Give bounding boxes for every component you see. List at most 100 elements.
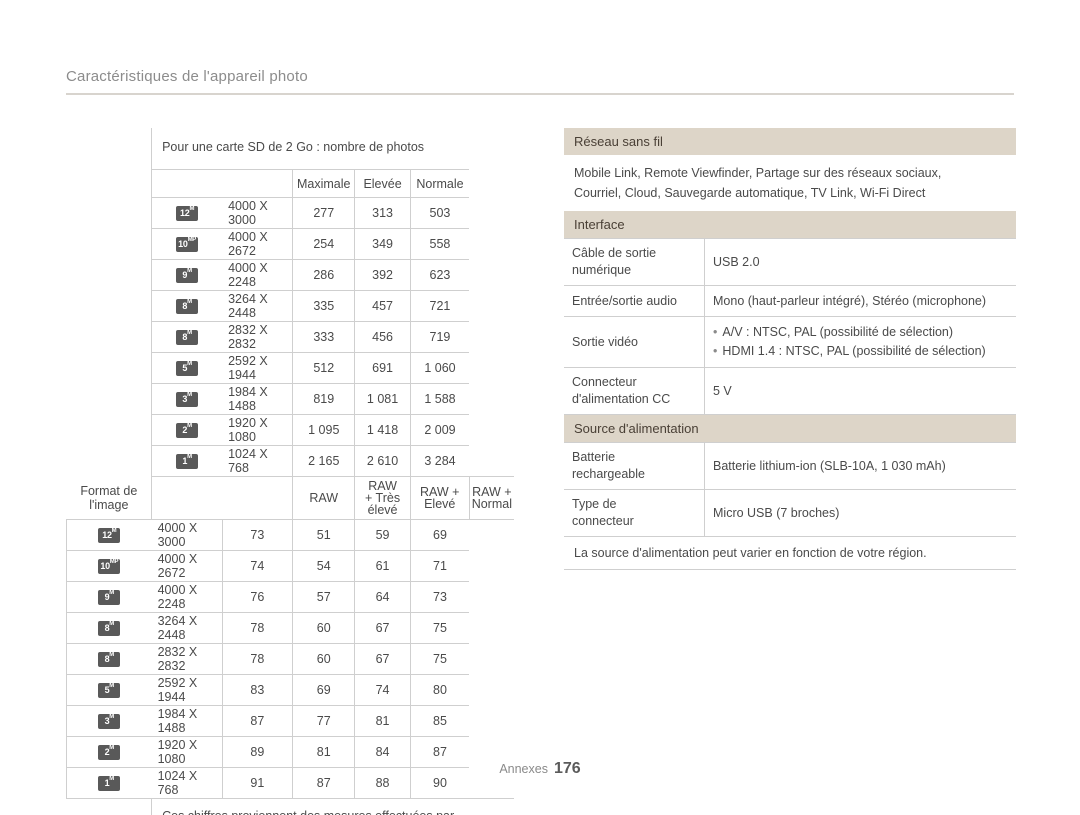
interface-label: Entrée/sortie audio	[564, 285, 705, 317]
resolution-badge: 5M	[98, 683, 121, 698]
raw-value: 61	[354, 550, 411, 582]
raw-header-row: Format de l'image RAW RAW + Très élevé RAW…	[67, 476, 514, 520]
resolution-badge: 8M	[176, 330, 199, 345]
jpeg-badge-cell: 8M	[151, 290, 223, 322]
interface-bullet: • HDMI 1.4 : NTSC, PAL (possibilité de sé…	[713, 344, 986, 358]
raw-value: 73	[409, 581, 470, 613]
jpeg-resolution: 3264 X 2448	[222, 290, 293, 322]
raw-badge-cell: 8M	[65, 643, 152, 675]
jpeg-value: 623	[409, 259, 470, 291]
left-column: Pour une carte SD de 2 Go : nombre de ph…	[65, 128, 515, 815]
col-header-raw-eleve: RAW + Elevé	[409, 476, 470, 520]
jpeg-value: 721	[409, 290, 470, 322]
section-header-interface: Interface	[564, 211, 1016, 239]
raw-value: 57	[292, 581, 355, 613]
jpeg-resolution: 1984 X 1488	[222, 383, 293, 415]
power-row: Batterie rechargeable Batterie lithium-ion…	[564, 442, 1016, 490]
jpeg-value: 333	[292, 321, 355, 353]
jpeg-value: 1 095	[292, 414, 355, 446]
jpeg-resolution: 4000 X 2248	[222, 259, 293, 291]
power-rows: Batterie rechargeable Batterie lithium-ion…	[564, 442, 1016, 537]
page-footer: Annexes 176	[0, 760, 1080, 778]
interface-bullet: • A/V : NTSC, PAL (possibilité de sélecti…	[713, 325, 954, 339]
right-column: Réseau sans fil Mobile Link, Remote View…	[564, 128, 1016, 570]
resolution-badge: 2M	[176, 423, 199, 438]
interface-value: • A/V : NTSC, PAL (possibilité de sélecti…	[704, 316, 1016, 368]
raw-value: 83	[221, 674, 293, 706]
caption-row: Pour une carte SD de 2 Go : nombre de ph…	[67, 128, 515, 170]
row-label-image-format: Format de l'image	[80, 483, 138, 512]
page-title: Caractéristiques de l'appareil photo	[66, 68, 308, 85]
jpeg-value: 457	[354, 290, 411, 322]
col-header-elevee: Elevée	[354, 169, 411, 198]
jpeg-row: 5M 2592 X 1944 512 691 1 060	[67, 352, 515, 384]
jpeg-value: 558	[409, 228, 470, 260]
raw-row: 12M 4000 X 3000 73 51 59 69	[65, 519, 515, 551]
resolution-badge: 3M	[176, 392, 199, 407]
resolution-badge: 2M	[98, 745, 121, 760]
jpeg-badge-cell: 9M	[151, 259, 223, 291]
jpeg-badge-cell: 12M	[151, 197, 223, 229]
raw-resolution: 4000 X 2248	[151, 581, 223, 613]
jpeg-value: 349	[354, 228, 411, 260]
raw-value: 59	[354, 519, 411, 551]
interface-value: 5 V	[704, 367, 1016, 415]
jpeg-value: 2 009	[409, 414, 470, 446]
raw-resolution: 3264 X 2448	[151, 612, 223, 644]
interface-row: Entrée/sortie audio Mono (haut-parleur in…	[564, 285, 1016, 317]
jpeg-value: 3 284	[409, 445, 470, 477]
raw-value: 87	[221, 705, 293, 737]
power-note: La source d'alimentation peut varier en …	[564, 536, 1016, 570]
jpeg-value: 456	[354, 321, 411, 353]
jpeg-row: 10MP 4000 X 2672 254 349 558	[67, 228, 515, 260]
resolution-badge: 10MP	[176, 237, 199, 252]
quality-header-row: Maximale Elevée Normale	[67, 169, 515, 198]
wireless-line-2: Courriel, Cloud, Sauvegarde automatique,…	[574, 186, 926, 200]
page-header: Caractéristiques de l'appareil photo	[66, 68, 1014, 95]
power-row: Type de connecteur Micro USB (7 broches)	[564, 489, 1016, 537]
page: Caractéristiques de l'appareil photo Pou…	[0, 0, 1080, 815]
interface-row: Sortie vidéo • A/V : NTSC, PAL (possibilit…	[564, 316, 1016, 368]
raw-row: 5M 2592 X 1944 83 69 74 80	[65, 674, 515, 706]
jpeg-row: 9M 4000 X 2248 286 392 623	[67, 259, 515, 291]
jpeg-row: 8M 2832 X 2832 333 456 719	[67, 321, 515, 353]
jpeg-value: 512	[292, 352, 355, 384]
interface-rows: Câble de sortie numérique USB 2.0 Entrée/so…	[564, 238, 1016, 415]
raw-resolution: 1984 X 1488	[151, 705, 223, 737]
jpeg-value: 313	[354, 197, 411, 229]
raw-value: 67	[354, 612, 411, 644]
raw-value: 69	[292, 674, 355, 706]
section-header-power: Source d'alimentation	[564, 414, 1016, 443]
resolution-badge: 1M	[176, 454, 199, 469]
raw-value: 51	[292, 519, 355, 551]
col-header-raw-tres-eleve: RAW + Très élevé	[354, 476, 411, 520]
resolution-badge: 12M	[176, 206, 199, 221]
resolution-badge: 12M	[98, 528, 121, 543]
wireless-services: Mobile Link, Remote Viewfinder, Partage …	[564, 155, 1016, 211]
interface-value: USB 2.0	[704, 238, 1016, 286]
section-title-interface: Interface	[564, 211, 1016, 239]
raw-value: 80	[409, 674, 470, 706]
jpeg-value: 719	[409, 321, 470, 353]
col-header-maximale: Maximale	[292, 169, 355, 198]
raw-badge-cell: 3M	[65, 705, 152, 737]
interface-label: Connecteur d'alimentation CC	[564, 367, 705, 415]
jpeg-row: 3M 1984 X 1488 819 1 081 1 588	[67, 383, 515, 415]
resolution-badge: 8M	[98, 652, 121, 667]
raw-value: 75	[409, 643, 470, 675]
power-value: Batterie lithium-ion (SLB-10A, 1 030 mAh…	[704, 442, 1016, 490]
raw-value: 75	[409, 612, 470, 644]
resolution-badge: 9M	[98, 590, 121, 605]
jpeg-resolution: 4000 X 3000	[222, 197, 293, 229]
raw-value: 77	[292, 705, 355, 737]
power-note-row: La source d'alimentation peut varier en …	[564, 536, 1016, 570]
resolution-badge: 3M	[98, 714, 121, 729]
specs-table: Réseau sans fil Mobile Link, Remote View…	[564, 128, 1016, 570]
raw-value: 69	[409, 519, 470, 551]
jpeg-value: 2 165	[292, 445, 355, 477]
jpeg-value: 503	[409, 197, 470, 229]
raw-value: 64	[354, 581, 411, 613]
jpeg-badge-cell: 10MP	[151, 228, 223, 260]
image-size-table: Pour une carte SD de 2 Go : nombre de ph…	[65, 128, 515, 815]
power-label: Batterie rechargeable	[564, 442, 705, 490]
